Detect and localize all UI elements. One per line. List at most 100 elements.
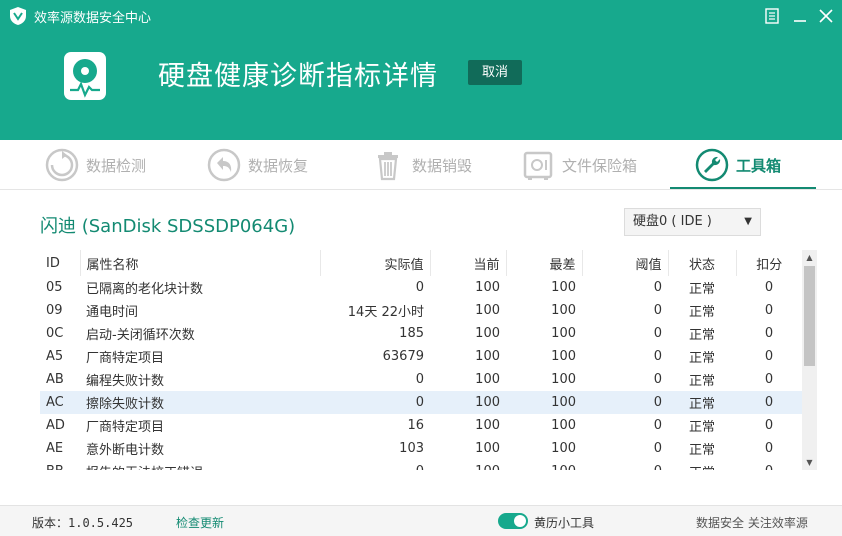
- column-header-name[interactable]: 属性名称: [80, 250, 321, 276]
- table-cell: 0: [415, 372, 424, 387]
- table-row[interactable]: A5 厂商特定项目 63679 100 100 0 正常 0: [40, 345, 802, 368]
- table-cell: 100: [430, 391, 506, 414]
- table-row[interactable]: AE 意外断电计数 103 100 100 0 正常 0: [40, 437, 802, 460]
- toggle-knob: [514, 515, 526, 527]
- wrench-icon: [695, 148, 729, 182]
- table-cell: 报告的无法校正错误: [80, 460, 320, 470]
- table-cell: 0: [653, 326, 662, 341]
- table-cell: 编程失败计数: [86, 374, 165, 389]
- scroll-up-icon[interactable]: ▲: [802, 250, 817, 265]
- table-cell: 启动-关闭循环次数: [86, 328, 195, 343]
- tab-data-recovery[interactable]: 数据恢复: [206, 140, 308, 190]
- table-cell: BB: [40, 460, 80, 470]
- disk-select[interactable]: 硬盘0 ( IDE ) ▼: [624, 208, 761, 236]
- undo-arrow-icon: [207, 148, 241, 182]
- calendar-toggle[interactable]: [498, 513, 528, 529]
- tab-data-detection[interactable]: 数据检测: [44, 140, 146, 190]
- disk-health-icon: [64, 52, 106, 100]
- table-header-row: ID 属性名称 实际值 当前 最差 阈值 状态 扣分: [40, 250, 802, 276]
- table-cell: 正常: [688, 305, 715, 320]
- smart-attributes-table: ID 属性名称 实际值 当前 最差 阈值 状态 扣分 05 已隔离的老化块计数 0 1…: [40, 250, 802, 470]
- table-cell: 0: [653, 280, 662, 295]
- table-cell: 0C: [46, 326, 64, 341]
- column-header-id[interactable]: ID: [40, 250, 81, 276]
- table-row[interactable]: AD 厂商特定项目 16 100 100 0 正常 0: [40, 414, 802, 437]
- table-cell: 0: [736, 460, 802, 470]
- table-cell: 0: [653, 372, 662, 387]
- scroll-thumb[interactable]: [804, 266, 815, 366]
- close-icon[interactable]: [814, 4, 838, 28]
- table-cell: 100: [475, 372, 500, 387]
- table-row[interactable]: 05 已隔离的老化块计数 0 100 100 0 正常 0: [40, 276, 802, 299]
- table-cell: 100: [551, 441, 576, 456]
- table-row[interactable]: AB 编程失败计数 0 100 100 0 正常 0: [40, 368, 802, 391]
- table-cell: 09: [46, 303, 63, 318]
- table-cell: 正常: [688, 282, 715, 297]
- scroll-down-icon[interactable]: ▼: [802, 455, 817, 470]
- column-header-current[interactable]: 当前: [430, 250, 507, 276]
- calendar-tool-label: 黄历小工具: [534, 516, 595, 530]
- column-header-actual[interactable]: 实际值: [320, 250, 431, 276]
- table-cell: 0: [320, 391, 430, 414]
- table-row[interactable]: AC 擦除失败计数 0 100 100 0 正常 0: [40, 391, 802, 414]
- table-scrollbar[interactable]: ▲ ▼: [802, 250, 817, 470]
- table-cell: 0: [653, 441, 662, 456]
- table-cell: 100: [475, 280, 500, 295]
- status-bar: 版本：1.0.5.425 检查更新 黄历小工具 数据安全 关注效率源: [0, 505, 842, 536]
- refresh-circle-icon: [45, 148, 79, 182]
- table-cell: A5: [46, 349, 64, 364]
- tab-data-destruction[interactable]: 数据销毁: [370, 140, 472, 190]
- table-cell: 100: [551, 326, 576, 341]
- table-cell: 厂商特定项目: [86, 351, 165, 366]
- slogan-text: 数据安全 关注效率源: [696, 516, 808, 530]
- table-cell: 100: [551, 349, 576, 364]
- table-cell: 16: [407, 418, 424, 433]
- table-cell: 正常: [668, 391, 736, 414]
- table-cell: 正常: [688, 351, 715, 366]
- table-cell: 100: [475, 303, 500, 318]
- table-cell: AC: [40, 391, 80, 414]
- column-header-threshold[interactable]: 阈值: [582, 250, 669, 276]
- table-cell: 正常: [688, 443, 715, 458]
- trash-icon: [378, 152, 398, 181]
- tab-label: 文件保险箱: [562, 156, 638, 175]
- table-cell: 100: [506, 391, 582, 414]
- table-cell: 100: [475, 441, 500, 456]
- menu-icon[interactable]: [760, 4, 784, 28]
- table-cell: 0: [653, 418, 662, 433]
- table-cell: 已隔离的老化块计数: [86, 282, 204, 297]
- safe-icon: [523, 151, 553, 180]
- column-header-deduction[interactable]: 扣分: [736, 250, 802, 276]
- table-cell: 擦除失败计数: [80, 391, 320, 414]
- check-update-link[interactable]: 检查更新: [176, 514, 224, 531]
- table-cell: 意外断电计数: [86, 443, 165, 458]
- tab-file-safe[interactable]: 文件保险箱: [520, 140, 637, 190]
- table-cell: 100: [475, 418, 500, 433]
- table-cell: 0: [764, 280, 774, 295]
- table-cell: 0: [320, 460, 430, 470]
- table-row[interactable]: 0C 启动-关闭循环次数 185 100 100 0 正常 0: [40, 322, 802, 345]
- table-cell: 正常: [668, 460, 736, 470]
- table-cell: 05: [46, 280, 63, 295]
- tab-label: 数据销毁: [412, 156, 473, 175]
- column-header-status[interactable]: 状态: [668, 250, 737, 276]
- device-title: 闪迪 (SanDisk SDSSDP064G): [40, 216, 296, 237]
- table-row[interactable]: BB报告的无法校正错误01001000正常0: [40, 460, 802, 470]
- table-cell: 14天 22小时: [347, 305, 424, 320]
- version-label: 版本：1.0.5.425: [32, 516, 134, 530]
- table-cell: 0: [764, 349, 774, 364]
- table-cell: 0: [736, 391, 802, 414]
- active-tab-indicator: [670, 187, 816, 189]
- tab-label: 数据恢复: [248, 156, 309, 175]
- header-banner: 效率源数据安全中心 硬盘健康诊断指标详情 取消: [0, 0, 842, 140]
- cancel-button[interactable]: 取消: [468, 60, 522, 85]
- column-header-worst[interactable]: 最差: [506, 250, 583, 276]
- tab-toolbox[interactable]: 工具箱: [694, 140, 781, 190]
- table-cell: 正常: [688, 328, 715, 343]
- tab-label: 工具箱: [736, 156, 782, 175]
- table-cell: 100: [506, 460, 582, 470]
- page-title: 硬盘健康诊断指标详情: [158, 61, 438, 92]
- minimize-icon[interactable]: [788, 4, 812, 28]
- table-cell: 厂商特定项目: [86, 420, 165, 435]
- table-row[interactable]: 09 通电时间 14天 22小时 100 100 0 正常 0: [40, 299, 802, 322]
